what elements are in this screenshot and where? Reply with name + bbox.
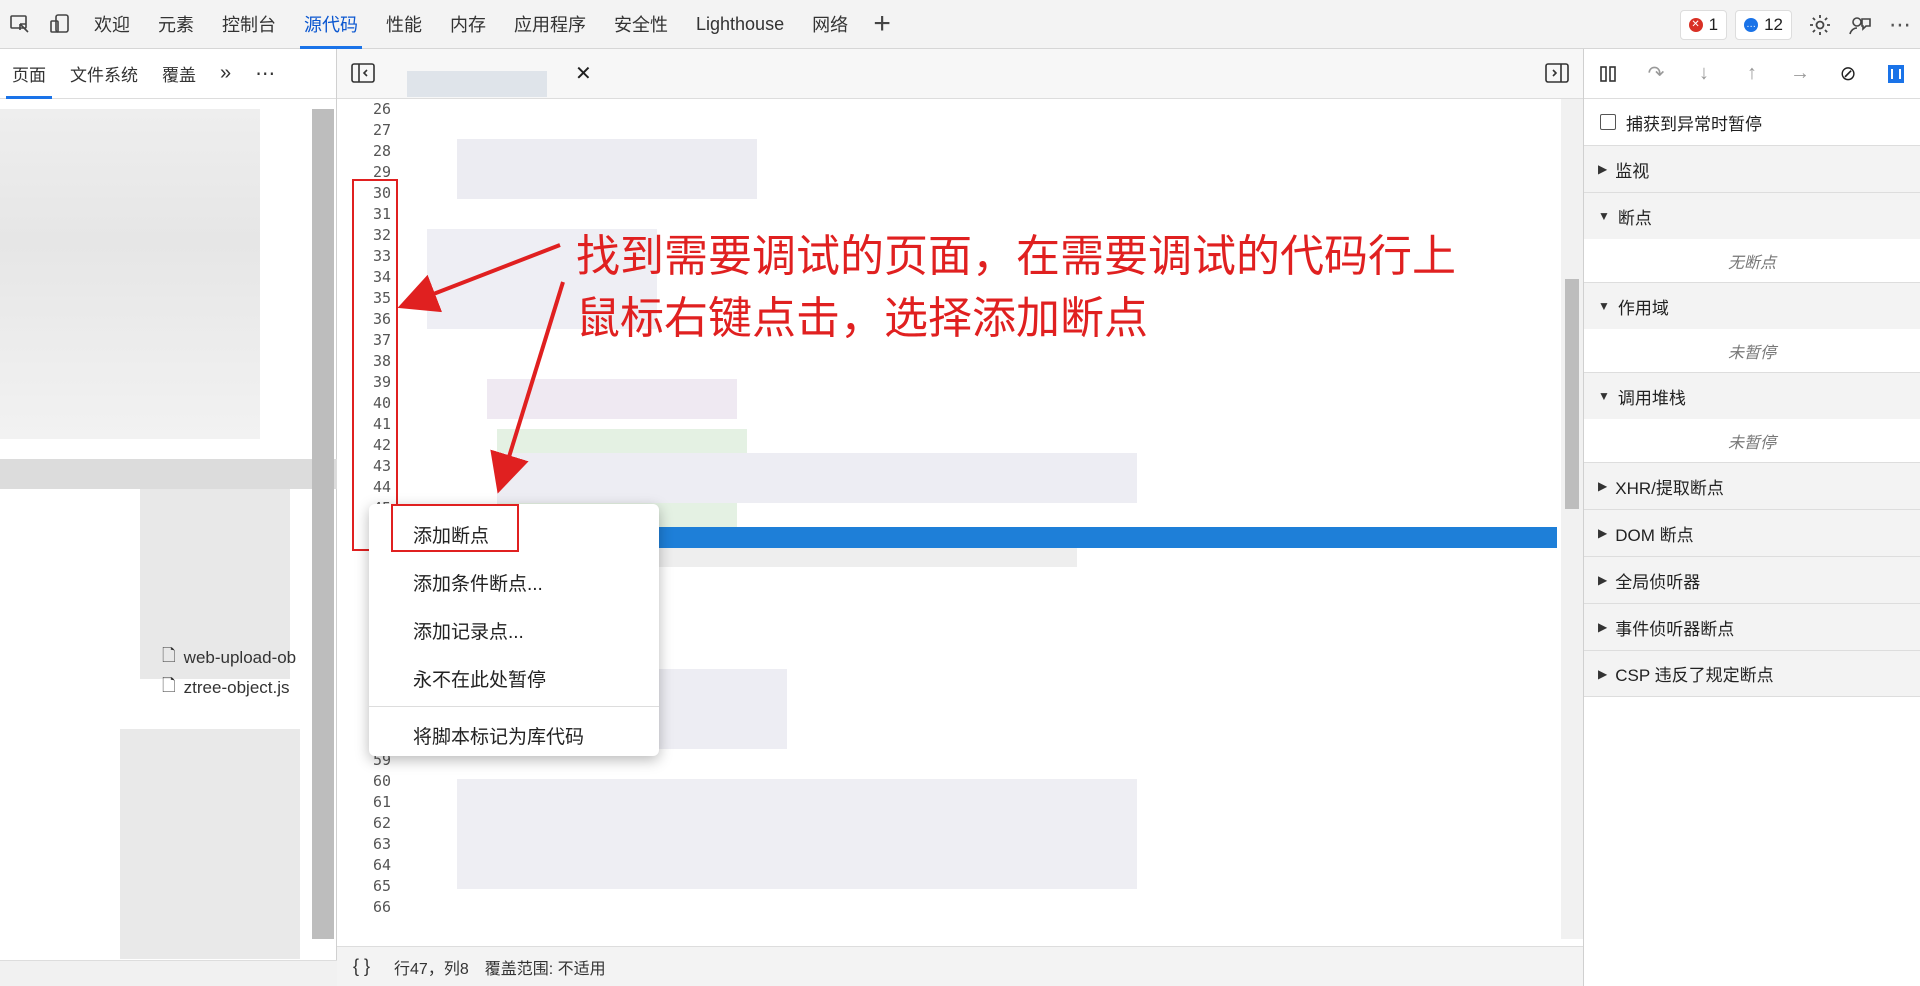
section-breakpoints[interactable]: ▼ 断点 [1584,192,1920,239]
section-title: 全局侦听器 [1615,572,1701,592]
section-title: 监视 [1615,161,1650,181]
section-xhr-breakpoints[interactable]: ▶ XHR/提取断点 [1584,462,1920,509]
collapse-arrow-icon: ▼ [1598,389,1610,403]
pause-icon[interactable] [1584,49,1632,99]
section-title: 作用域 [1617,298,1669,318]
section-title: DOM 断点 [1615,525,1694,545]
arrow-to-gutter [397,243,561,313]
section-dom-breakpoints[interactable]: ▶ DOM 断点 [1584,509,1920,556]
expand-arrow-icon: ▶ [1598,666,1608,681]
expand-arrow-icon: ▶ [1598,573,1608,587]
callstack-not-paused-text: 未暂停 [1727,434,1776,452]
section-title: CSP 违反了规定断点 [1615,666,1774,685]
section-title: XHR/提取断点 [1615,478,1724,498]
section-title: 事件侦听器断点 [1615,619,1735,639]
section-title: 断点 [1617,208,1652,228]
step-out-icon[interactable]: ↑ [1728,49,1776,99]
annotation-line-1: 找到需要调试的页面，在需要调试的代码行上 [576,231,1456,282]
deactivate-breakpoints-icon[interactable]: ⊘ [1824,49,1872,99]
expand-arrow-icon: ▶ [1598,162,1608,176]
pause-on-caught-exceptions-row: 捕获到异常时暂停 [1584,99,1920,145]
annotation-line-2: 鼠标右键点击，选择添加断点 [576,293,1148,344]
section-call-stack[interactable]: ▼ 调用堆栈 [1584,372,1920,419]
expand-arrow-icon: ▶ [1598,526,1608,540]
section-scope[interactable]: ▼ 作用域 [1584,282,1920,329]
debugger-toolbar: ↷ ↓ ↑ → ⊘ [1584,49,1920,99]
debugger-sidebar: ↷ ↓ ↑ → ⊘ 捕获到异常时暂停 ▶ 监视 ▼ 断点 无断点 ▼ 作用域 未暂停 … [1583,49,1920,986]
step-into-icon[interactable]: ↓ [1680,49,1728,99]
step-icon[interactable]: → [1776,49,1824,99]
pause-on-exceptions-icon[interactable] [1872,49,1920,99]
section-csp-breakpoints[interactable]: ▶ CSP 违反了规定断点 [1584,650,1920,697]
section-watch[interactable]: ▶ 监视 [1584,145,1920,192]
expand-arrow-icon: ▶ [1598,620,1608,634]
pause-on-exceptions-label: 捕获到异常时暂停 [1626,114,1762,134]
collapse-arrow-icon: ▼ [1598,299,1610,313]
section-global-listeners[interactable]: ▶ 全局侦听器 [1584,556,1920,603]
expand-arrow-icon: ▶ [1598,479,1608,493]
no-breakpoints-text: 无断点 [1727,254,1776,272]
step-over-icon[interactable]: ↷ [1632,49,1680,99]
section-title: 调用堆栈 [1617,388,1686,408]
scope-not-paused-text: 未暂停 [1727,344,1776,362]
pause-on-exceptions-checkbox[interactable] [1600,114,1616,130]
arrow-to-menu [490,281,565,494]
collapse-arrow-icon: ▼ [1598,209,1610,223]
section-event-listener-breakpoints[interactable]: ▶ 事件侦听器断点 [1584,603,1920,650]
